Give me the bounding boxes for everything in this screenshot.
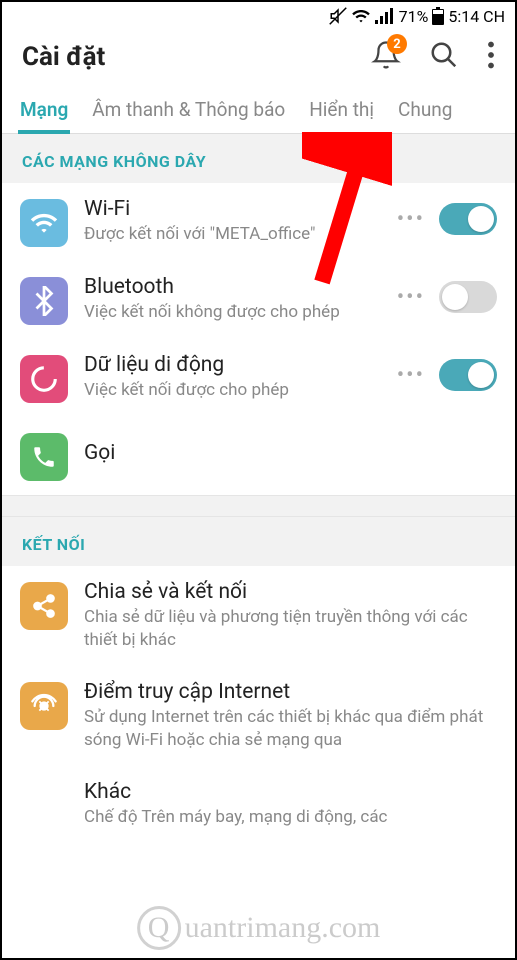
tab-display[interactable]: Hiển thị [297,88,386,133]
section-connect: KẾT NỐI [2,517,515,566]
row-hotspot[interactable]: Điểm truy cập Internet Sử dụng Internet … [2,666,515,766]
wifi-more-icon[interactable]: ••• [397,207,425,232]
hotspot-title: Điểm truy cập Internet [84,680,497,704]
mobile-data-toggle[interactable] [439,359,497,391]
wifi-toggle[interactable] [439,203,497,235]
other-title: Khác [84,780,497,804]
placeholder-icon [20,782,68,830]
mobile-data-more-icon[interactable]: ••• [397,363,425,388]
clock-text: 5:14 CH [448,7,505,26]
mute-icon [329,7,347,25]
wifi-sub: Được kết nối với "META_office" [84,223,381,246]
wifi-icon [20,199,68,247]
notification-badge: 2 [387,34,407,54]
battery-text: 71% [399,7,429,26]
share-sub: Chia sẻ dữ liệu và phương tiện truyền th… [84,606,497,652]
call-title: Gọi [84,441,497,465]
section-wireless: CÁC MẠNG KHÔNG DÂY [2,134,515,183]
mobile-data-title: Dữ liệu di động [84,353,381,377]
wifi-icon [351,8,371,24]
call-icon [20,433,68,481]
row-share[interactable]: Chia sẻ và kết nối Chia sẻ dữ liệu và ph… [2,566,515,666]
row-wifi[interactable]: Wi-Fi Được kết nối với "META_office" ••• [2,183,515,261]
tab-network[interactable]: Mạng [8,88,80,133]
other-sub: Chế độ Trên máy bay, mạng di động, các [84,806,497,829]
mobile-data-sub: Việc kết nối được cho phép [84,379,381,402]
row-mobile-data[interactable]: Dữ liệu di động Việc kết nối được cho ph… [2,339,515,417]
row-other[interactable]: Khác Chế độ Trên máy bay, mạng di động, … [2,766,515,830]
bluetooth-toggle[interactable] [439,281,497,313]
share-icon [20,582,68,630]
app-header: Cài đặt 2 [2,30,515,88]
status-bar: 71% 5:14 CH [2,2,515,30]
watermark: Quantrimang.com [137,906,381,950]
hotspot-sub: Sử dụng Internet trên các thiết bị khác … [84,706,497,752]
wifi-title: Wi-Fi [84,197,381,221]
battery-icon [432,7,444,25]
share-title: Chia sẻ và kết nối [84,580,497,604]
bluetooth-title: Bluetooth [84,275,381,299]
tab-sound[interactable]: Âm thanh & Thông báo [80,88,297,133]
notifications-button[interactable]: 2 [371,40,401,74]
search-button[interactable] [429,40,459,74]
more-button[interactable] [487,41,495,73]
hotspot-icon [20,682,68,730]
bluetooth-icon [20,277,68,325]
page-title: Cài đặt [22,42,371,72]
signal-icon [375,8,395,24]
bluetooth-sub: Việc kết nối không được cho phép [84,301,381,324]
row-bluetooth[interactable]: Bluetooth Việc kết nối không được cho ph… [2,261,515,339]
bluetooth-more-icon[interactable]: ••• [397,285,425,310]
tab-general[interactable]: Chung [386,88,464,133]
mobile-data-icon [20,355,68,403]
tabs: Mạng Âm thanh & Thông báo Hiển thị Chung [2,88,515,134]
row-call[interactable]: Gọi [2,417,515,495]
